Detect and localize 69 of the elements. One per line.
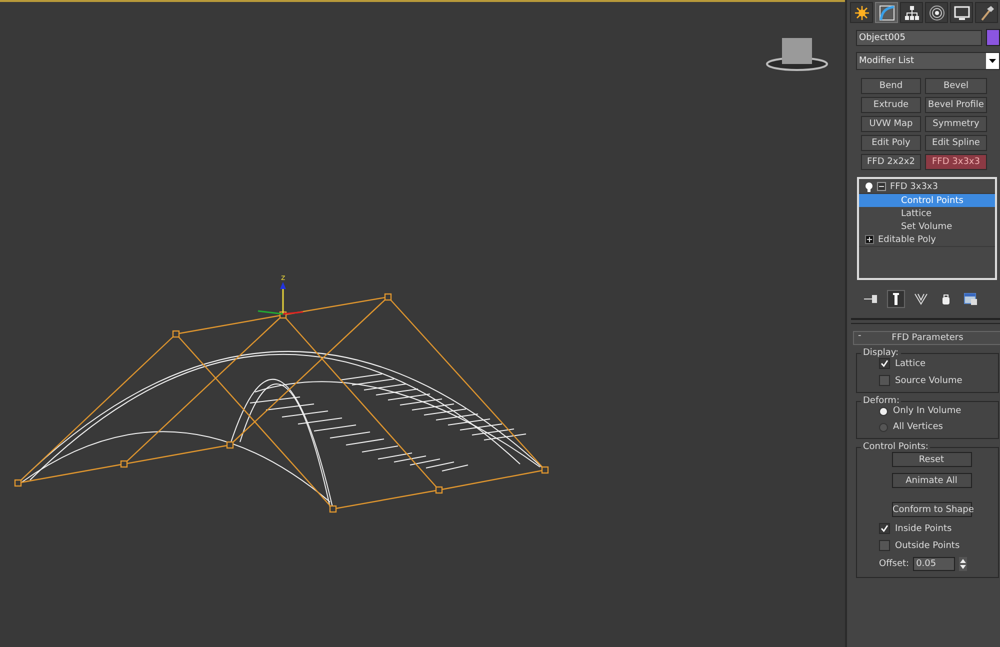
modifier-button[interactable]: Bend (861, 78, 921, 94)
group-title: Control Points: (862, 442, 930, 452)
panel-button[interactable]: Animate All (892, 473, 972, 488)
panel-button[interactable]: Reset (892, 452, 972, 467)
panel-button[interactable]: Conform to Shape (892, 502, 972, 517)
radio-option[interactable]: All Vertices (861, 422, 994, 432)
hammer-icon (978, 4, 994, 20)
stack-tool-button[interactable] (887, 290, 905, 308)
panel-tab[interactable] (925, 2, 948, 23)
modifier-button[interactable]: UVW Map (861, 116, 921, 132)
rollout-title: FFD Parameters (892, 333, 964, 343)
monitor-icon (954, 4, 970, 20)
hierarchy-icon (904, 4, 920, 20)
radio-button[interactable] (879, 422, 888, 432)
panel-tab[interactable] (975, 2, 998, 23)
stack-subitem[interactable]: Set Volume (859, 220, 995, 233)
trash-icon (942, 294, 950, 304)
panel-tab[interactable] (950, 2, 973, 23)
lightbulb-icon (865, 182, 873, 192)
checkbox[interactable] (879, 540, 890, 551)
expand-icon (865, 235, 874, 244)
object-color-swatch[interactable] (986, 29, 1000, 46)
checkbox-option[interactable]: Lattice (861, 358, 994, 369)
checkmark-icon (881, 360, 888, 367)
pin-icon (864, 295, 878, 303)
checkbox[interactable] (879, 523, 890, 534)
modifier-list-dropdown[interactable]: Modifier List (856, 52, 1000, 70)
modifier-button[interactable]: Extrude (861, 97, 921, 113)
spinner-label: Offset: (879, 559, 910, 569)
viewcube-drawing[interactable] (766, 38, 828, 71)
panel-tab[interactable] (850, 2, 873, 23)
bar-icon (893, 293, 899, 305)
stack-tool-button[interactable] (961, 290, 980, 308)
stack-subitem[interactable]: Lattice (859, 207, 995, 220)
axis-label: z (281, 273, 286, 282)
modifier-button[interactable]: FFD 2x2x2 (861, 154, 921, 170)
checkbox[interactable] (879, 375, 890, 386)
modifier-button[interactable]: Symmetry (925, 116, 987, 132)
motion-icon (928, 4, 944, 20)
panel-tab[interactable] (900, 2, 923, 23)
modifier-button[interactable]: Bevel (925, 78, 987, 94)
modifier-button[interactable]: Edit Spline (925, 135, 987, 151)
group-title: Display: (862, 348, 900, 358)
stack-subitem[interactable]: Control Points (859, 194, 995, 207)
checkmark-icon (881, 525, 888, 532)
checkbox[interactable] (879, 358, 890, 369)
modifier-button[interactable]: Edit Poly (861, 135, 921, 151)
curve-icon (878, 4, 894, 20)
checkbox-option[interactable]: Source Volume (861, 375, 994, 386)
transform-gizmo-icon[interactable] (258, 282, 304, 315)
spinner-arrows-icon[interactable] (959, 557, 968, 571)
modifier-button[interactable]: Bevel Profile (925, 97, 987, 113)
collapse-icon (877, 182, 886, 191)
caret-icon (986, 53, 999, 69)
object-name-field[interactable]: Object005 (856, 30, 982, 46)
collapse-sign: - (858, 331, 862, 341)
configure-icon (964, 293, 977, 305)
sun-icon (854, 6, 868, 20)
group-title: Deform: (862, 396, 900, 406)
modifier-button[interactable]: FFD 3x3x3 (925, 154, 987, 170)
offset-spinner-field[interactable]: 0.05 (913, 557, 956, 571)
checkbox-option[interactable]: Outside Points (861, 540, 994, 551)
radio-option[interactable]: Only In Volume (861, 406, 994, 416)
lattice-drawing[interactable] (14, 293, 549, 513)
fork-icon (914, 293, 928, 305)
stack-item[interactable]: Editable Poly (859, 233, 995, 247)
radio-button[interactable] (879, 406, 888, 416)
checkbox-option[interactable]: Inside Points (861, 523, 994, 534)
rollout-header[interactable]: - FFD Parameters (853, 331, 1000, 345)
